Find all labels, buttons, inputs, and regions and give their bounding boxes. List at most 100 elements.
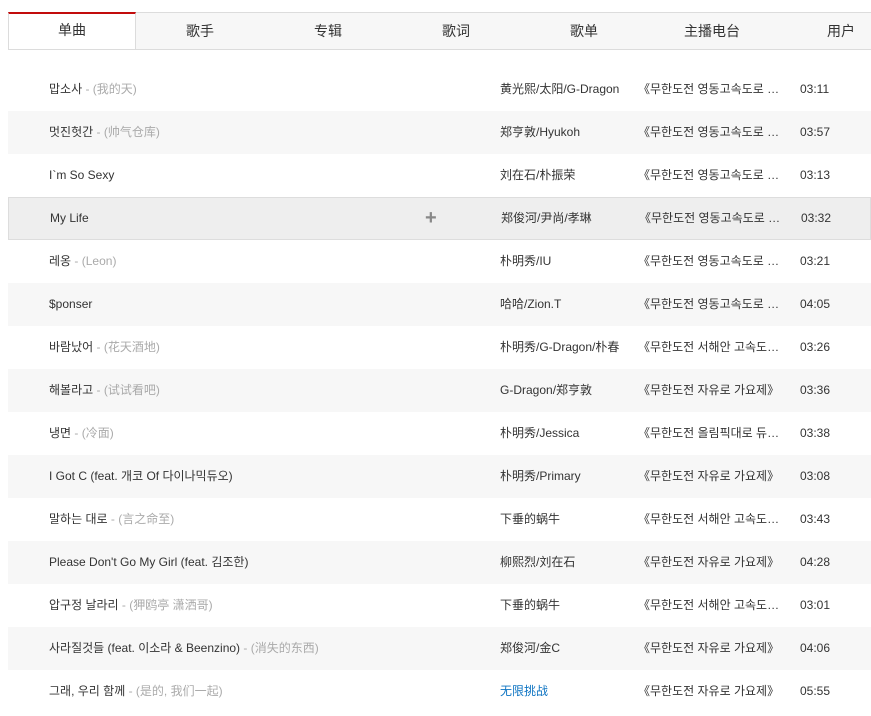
tab-4[interactable]: 歌单 <box>520 13 648 49</box>
album-link[interactable]: 《무한도전 서해안 고속도로 가요제》 <box>638 584 788 627</box>
album-link[interactable]: 《무한도전 자유로 가요제》 <box>638 541 788 584</box>
artist-link[interactable]: G-Dragon/郑亨敦 <box>500 383 592 397</box>
song-alias: - (花天酒地) <box>93 340 160 354</box>
song-row[interactable]: 말하는 대로 - (言之命至) 下垂的蜗牛 《무한도전 서해안 고속도로 가요제》 0… <box>8 498 871 541</box>
song-title-cell: 그래, 우리 함께 - (是的, 我们一起) <box>49 670 439 713</box>
song-row[interactable]: $ponser 哈哈/Zion.T 《무한도전 영동고속도로 가요제》 04:05 <box>8 283 871 326</box>
alias-text: (花天酒地) <box>103 340 160 354</box>
song-title-link[interactable]: I`m So Sexy <box>49 168 114 182</box>
song-title-link[interactable]: 멋진헛간 <box>49 125 93 139</box>
song-title-link[interactable]: I Got C (feat. 개코 Of 다이나믹듀오) <box>49 469 233 483</box>
artist-link[interactable]: 朴明秀/Jessica <box>500 426 579 440</box>
song-row[interactable]: Please Don't Go My Girl (feat. 김조한) 柳熙烈/刘… <box>8 541 871 584</box>
song-title-cell: I Got C (feat. 개코 Of 다이나믹듀오) <box>49 455 439 498</box>
alias-text: (Leon) <box>81 254 117 268</box>
song-row[interactable]: 사라질것들 (feat. 이소라 & Beenzino) - (消失的东西) 郑俊… <box>8 627 871 670</box>
artist-link[interactable]: 刘在石/朴振荣 <box>500 168 575 182</box>
song-duration: 03:01 <box>800 598 831 612</box>
alias-separator: - <box>240 641 251 655</box>
song-title-link[interactable]: Please Don't Go My Girl (feat. 김조한) <box>49 555 248 569</box>
song-title-link[interactable]: 그래, 우리 함께 <box>49 684 125 698</box>
album-link[interactable]: 《무한도전 서해안 고속도로 가요제》 <box>638 498 788 541</box>
alias-separator: - <box>93 340 104 354</box>
add-to-playlist-icon[interactable]: + <box>425 198 437 239</box>
album-link[interactable]: 《무한도전 자유로 가요제》 <box>638 369 788 412</box>
song-row[interactable]: 레옹 - (Leon) 朴明秀/IU 《무한도전 영동고속도로 가요제》 03:21 <box>8 240 871 283</box>
album-link[interactable]: 《무한도전 영동고속도로 가요제》 <box>638 154 788 197</box>
artist-cell: 郑俊河/金C <box>500 627 628 670</box>
album-link[interactable]: 《무한도전 서해안 고속도로 가요제》 <box>638 326 788 369</box>
alias-separator: - <box>118 598 130 612</box>
song-title-link[interactable]: 맙소사 <box>49 82 82 96</box>
song-row[interactable]: My Life + 郑俊河/尹尚/孝琳 《무한도전 영동고속도로 가요제》 03:32 <box>8 197 871 240</box>
tab-3[interactable]: 歌词 <box>392 13 520 49</box>
artist-cell: 无限挑战 <box>500 670 628 713</box>
artist-cell: 朴明秀/Jessica <box>500 412 628 455</box>
alias-text: (是的, 我们一起) <box>135 684 223 698</box>
alias-text: (帅气仓库) <box>103 125 160 139</box>
song-duration: 03:36 <box>800 383 831 397</box>
album-link[interactable]: 《무한도전 영동고속도로 가요제》 <box>638 111 788 154</box>
album-link[interactable]: 《무한도전 영동고속도로 가요제》 <box>638 68 788 111</box>
album-link[interactable]: 《무한도전 영동고속도로 가요제》 <box>639 198 789 239</box>
artist-link[interactable]: 柳熙烈/刘在石 <box>500 555 575 569</box>
song-title-link[interactable]: 압구정 날라리 <box>49 598 119 612</box>
artist-link[interactable]: 郑俊河/金C <box>500 641 560 655</box>
album-link[interactable]: 《무한도전 자유로 가요제》 <box>638 455 788 498</box>
song-title-cell: 냉면 - (冷面) <box>49 412 439 455</box>
song-title-link[interactable]: 레옹 <box>49 254 71 268</box>
song-duration: 03:43 <box>800 512 831 526</box>
song-title-link[interactable]: 사라질것들 (feat. 이소라 & Beenzino) <box>49 641 240 655</box>
song-alias: - (冷面) <box>71 426 114 440</box>
album-link[interactable]: 《무한도전 영동고속도로 가요제》 <box>638 240 788 283</box>
song-title-link[interactable]: 말하는 대로 <box>49 512 108 526</box>
alias-text: (冷面) <box>81 426 114 440</box>
alias-text: (我的天) <box>92 82 137 96</box>
song-duration: 03:11 <box>800 82 830 96</box>
album-link[interactable]: 《무한도전 자유로 가요제》 <box>638 670 788 713</box>
song-alias: - (消失的东西) <box>240 641 318 655</box>
song-row[interactable]: 압구정 날라리 - (狎鸥亭 潇洒哥) 下垂的蜗牛 《무한도전 서해안 고속도로 가… <box>8 584 871 627</box>
song-duration: 03:13 <box>800 168 831 182</box>
artist-link[interactable]: 哈哈/Zion.T <box>500 297 561 311</box>
artist-link[interactable]: 郑俊河/尹尚/孝琳 <box>501 211 592 225</box>
artist-link[interactable]: 朴明秀/Primary <box>500 469 581 483</box>
tab-5[interactable]: 主播电台 <box>648 13 776 49</box>
song-alias: - (试试看吧) <box>93 383 160 397</box>
tab-6[interactable]: 用户 <box>776 13 871 49</box>
artist-link[interactable]: 朴明秀/IU <box>500 254 551 268</box>
song-row[interactable]: 그래, 우리 함께 - (是的, 我们一起) 无限挑战 《무한도전 자유로 가요제》… <box>8 670 871 713</box>
artist-link[interactable]: 黄光熙/太阳/G-Dragon <box>500 82 619 96</box>
song-title-cell: Please Don't Go My Girl (feat. 김조한) <box>49 541 439 584</box>
alias-separator: - <box>82 82 93 96</box>
artist-link[interactable]: 无限挑战 <box>500 684 548 698</box>
song-title-link[interactable]: $ponser <box>49 297 92 311</box>
album-link[interactable]: 《무한도전 자유로 가요제》 <box>638 627 788 670</box>
artist-link[interactable]: 朴明秀/G-Dragon/朴春 <box>500 340 619 354</box>
artist-link[interactable]: 郑亨敦/Hyukoh <box>500 125 580 139</box>
alias-text: (狎鸥亭 潇洒哥) <box>129 598 213 612</box>
artist-cell: 郑亨敦/Hyukoh <box>500 111 628 154</box>
album-link[interactable]: 《무한도전 올림픽대로 듀엣가요제》 <box>638 412 788 455</box>
song-row[interactable]: 맙소사 - (我的天) 黄光熙/太阳/G-Dragon 《무한도전 영동고속도로 가… <box>8 68 871 111</box>
song-row[interactable]: I`m So Sexy 刘在石/朴振荣 《무한도전 영동고속도로 가요제》 03:13 <box>8 154 871 197</box>
song-title-link[interactable]: 냉면 <box>49 426 71 440</box>
song-row[interactable]: I Got C (feat. 개코 Of 다이나믹듀오) 朴明秀/Primary 《… <box>8 455 871 498</box>
song-row[interactable]: 멋진헛간 - (帅气仓库) 郑亨敦/Hyukoh 《무한도전 영동고속도로 가요제》… <box>8 111 871 154</box>
song-duration: 04:06 <box>800 641 831 655</box>
song-row[interactable]: 냉면 - (冷面) 朴明秀/Jessica 《무한도전 올림픽대로 듀엣가요제》 03… <box>8 412 871 455</box>
artist-link[interactable]: 下垂的蜗牛 <box>500 598 560 612</box>
song-duration: 03:08 <box>800 469 831 483</box>
tab-0[interactable]: 单曲 <box>8 12 136 49</box>
album-link[interactable]: 《무한도전 영동고속도로 가요제》 <box>638 283 788 326</box>
song-row[interactable]: 해볼라고 - (试试看吧) G-Dragon/郑亨敦 《무한도전 자유로 가요제》 0… <box>8 369 871 412</box>
artist-link[interactable]: 下垂的蜗牛 <box>500 512 560 526</box>
artist-cell: 郑俊河/尹尚/孝琳 <box>501 198 629 239</box>
tab-1[interactable]: 歌手 <box>136 13 264 49</box>
song-title-link[interactable]: 바람났어 <box>49 340 93 354</box>
song-title-link[interactable]: My Life <box>50 211 89 225</box>
song-title-link[interactable]: 해볼라고 <box>49 383 93 397</box>
tab-2[interactable]: 专辑 <box>264 13 392 49</box>
song-row[interactable]: 바람났어 - (花天酒地) 朴明秀/G-Dragon/朴春 《무한도전 서해안 고속… <box>8 326 871 369</box>
song-title-cell: 압구정 날라리 - (狎鸥亭 潇洒哥) <box>49 584 439 627</box>
